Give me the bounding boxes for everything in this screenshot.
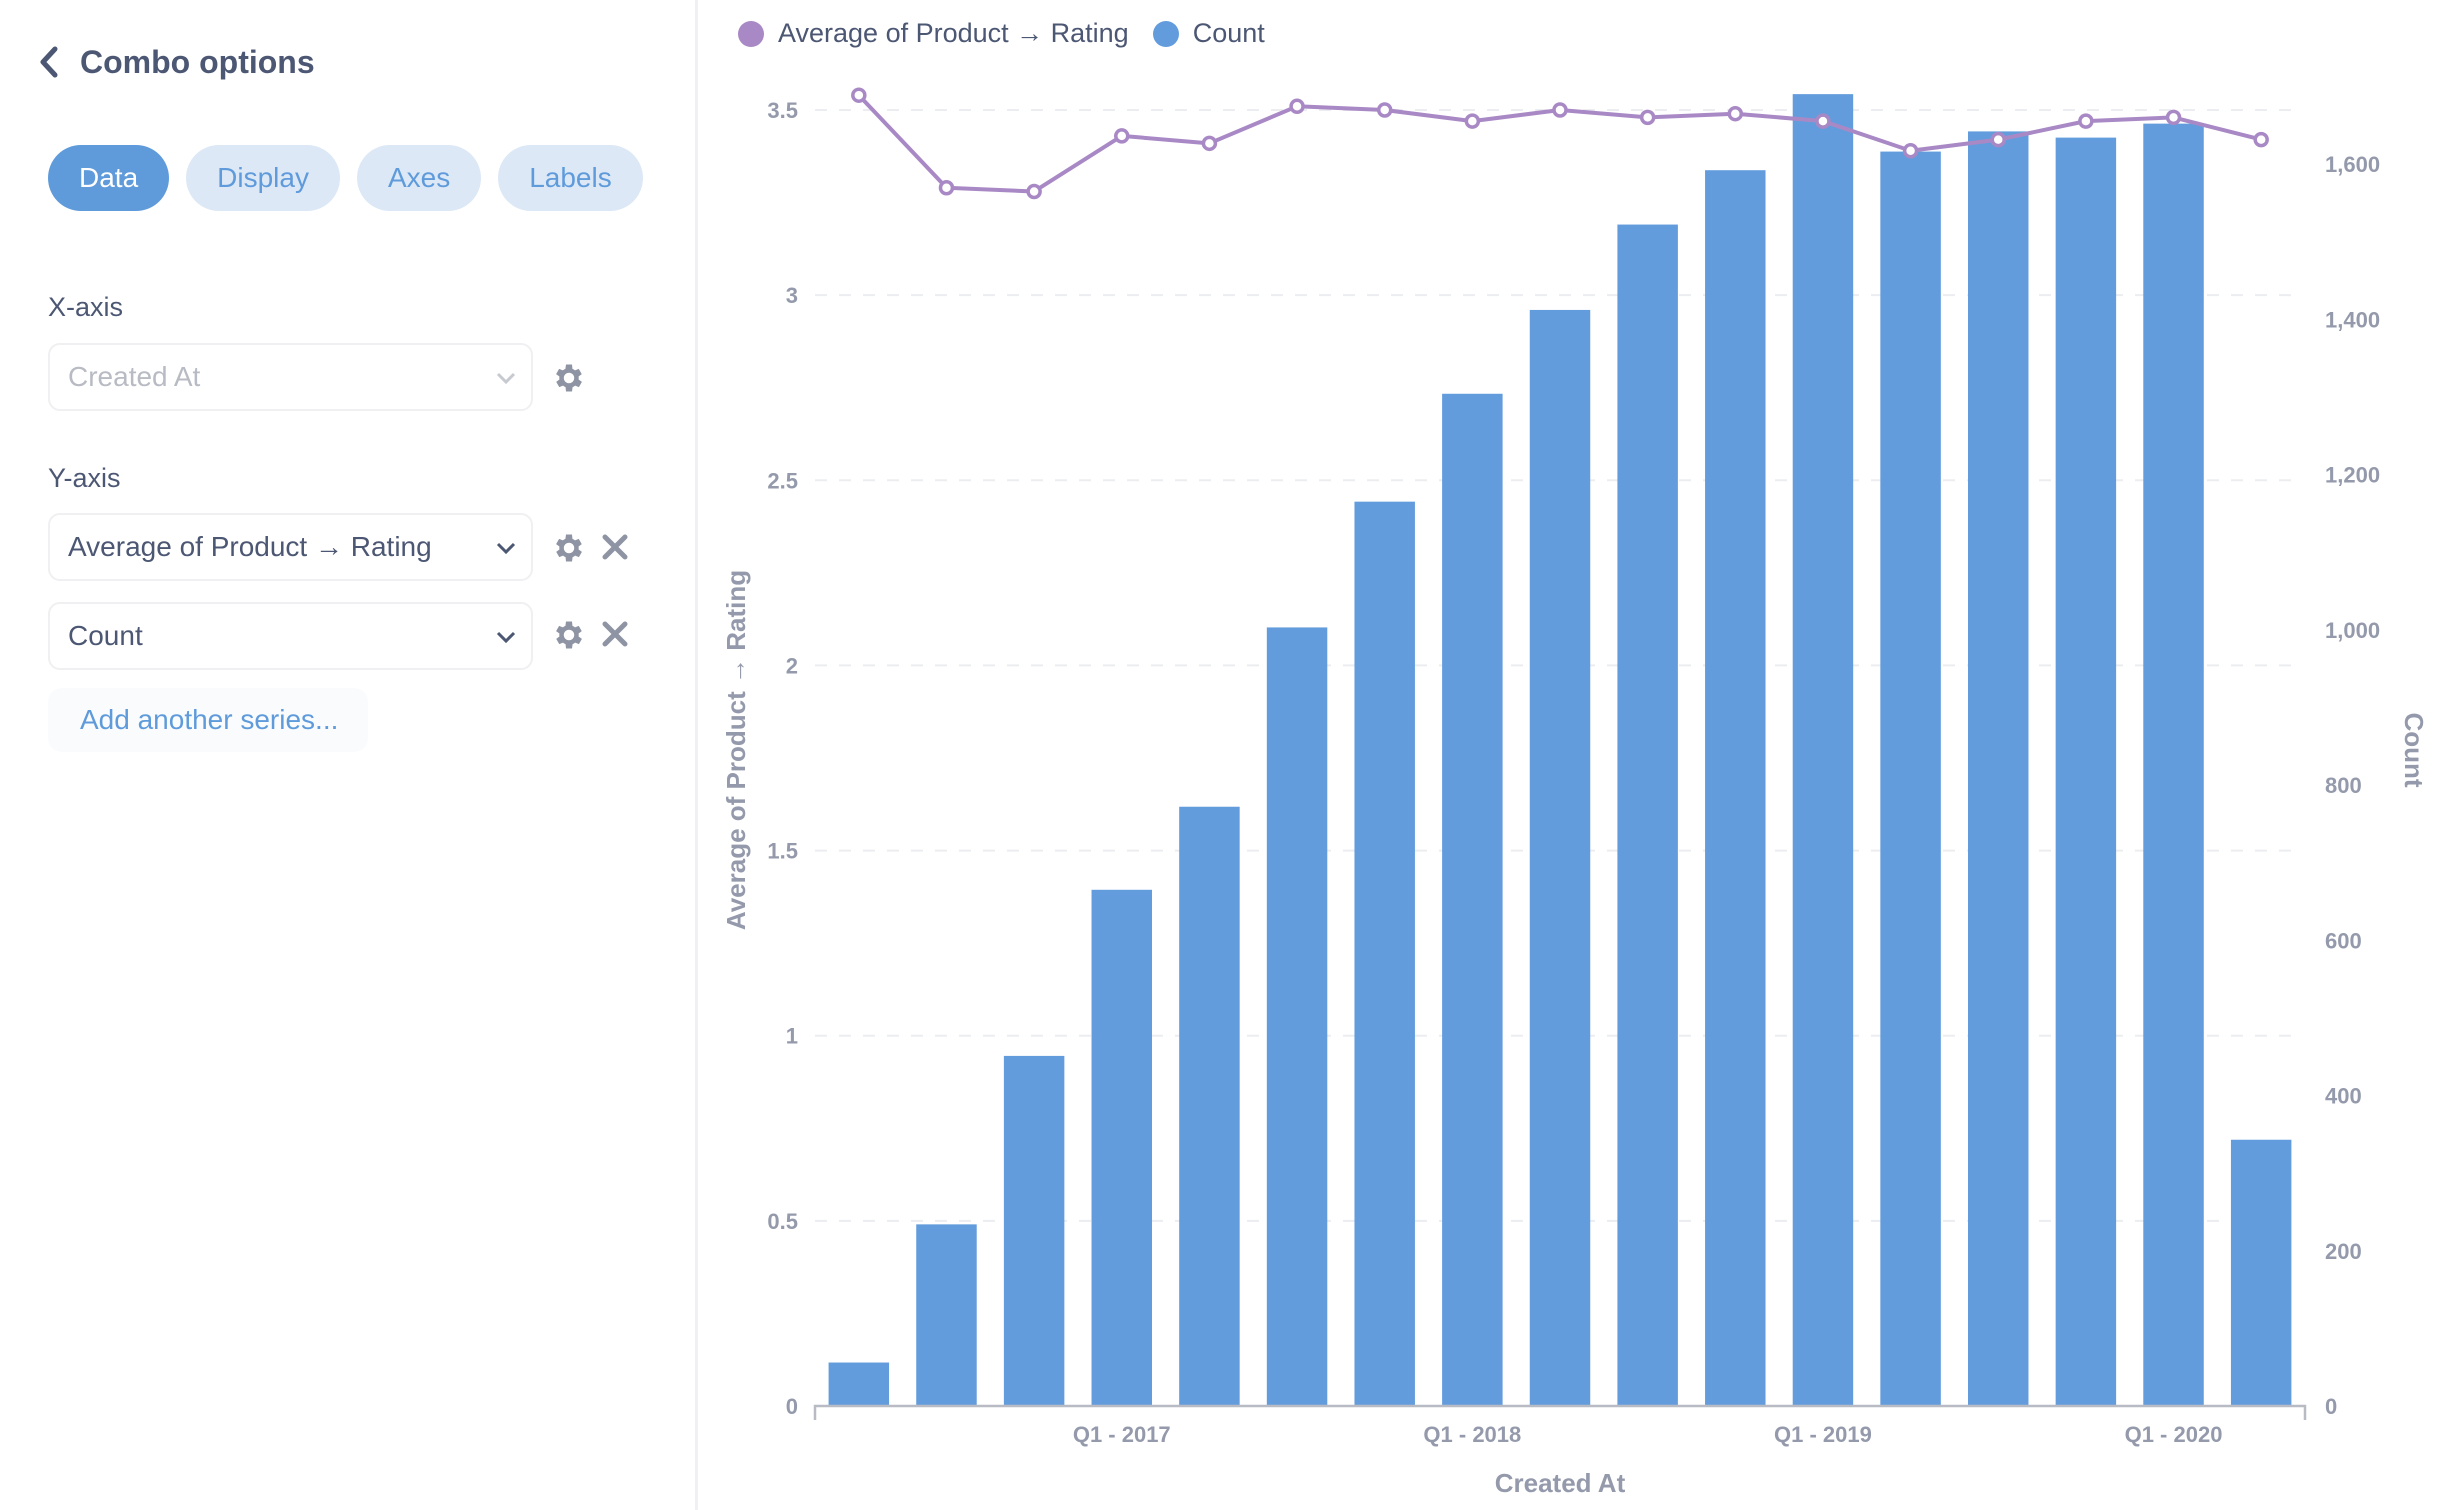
line-point-rating	[2253, 131, 2269, 148]
line-point-rating	[1464, 113, 1481, 129]
left-axis-tick-label: 3.5	[767, 98, 798, 123]
x-axis-tick-label: Q1 - 2018	[1423, 1422, 1521, 1447]
bar-count	[2055, 137, 2117, 1406]
right-axis-tick-label: 1,200	[2325, 463, 2380, 488]
right-axis-tick-label: 0	[2325, 1394, 2337, 1419]
right-y-axis-title: Count	[2399, 712, 2429, 787]
bar-count	[1266, 627, 1328, 1406]
line-point-rating	[1026, 183, 1042, 200]
combo-chart: 0 0.5 1 1.5 2 2.5 3 3.5 0 200 400 600 800 1,000 1,200 1…	[721, 87, 2429, 1498]
line-point-rating	[1639, 109, 1656, 126]
bar-count	[1617, 224, 1678, 1407]
left-axis-tick-label: 0.5	[767, 1209, 798, 1234]
line-point-rating	[1376, 102, 1393, 118]
bar-count	[2143, 123, 2204, 1406]
bar-count	[1880, 151, 1941, 1407]
x-axis-tick-label: Q1 - 2017	[1073, 1422, 1171, 1447]
line-point-rating	[1114, 128, 1130, 144]
bar-count	[1529, 309, 1591, 1406]
right-axis-tick-label: 200	[2325, 1239, 2362, 1264]
line-point-rating	[1815, 113, 1831, 129]
x-axis-title: Created At	[1495, 1468, 1626, 1498]
left-axis-tick-label: 1.5	[767, 839, 798, 864]
line-point-rating	[2165, 109, 2182, 126]
line-point-rating	[851, 87, 867, 103]
left-axis-tick-label: 2	[786, 653, 798, 678]
right-axis-tick-label: 400	[2325, 1084, 2362, 1109]
line-point-rating	[1552, 102, 1568, 118]
bar-count	[916, 1224, 977, 1406]
line-point-rating	[938, 180, 955, 196]
line-point-rating	[2078, 113, 2094, 129]
bar-count	[1179, 806, 1240, 1406]
right-axis-tick-label: 600	[2325, 928, 2362, 953]
bar-count	[2230, 1139, 2292, 1406]
right-axis-tick-label: 800	[2325, 773, 2362, 798]
bar-count	[1967, 131, 2029, 1407]
left-axis-tick-label: 2.5	[767, 468, 798, 493]
right-axis-tick-label: 1,000	[2325, 618, 2380, 643]
right-axis-tick-label: 1,600	[2325, 152, 2380, 177]
line-point-rating	[1727, 105, 1744, 122]
line-point-rating	[1990, 131, 2006, 148]
line-point-rating	[1201, 135, 1218, 152]
right-axis-tick-label: 1,400	[2325, 307, 2380, 332]
left-axis-tick-label: 0	[786, 1394, 798, 1419]
line-point-rating	[1902, 142, 1919, 159]
bar-count	[1354, 501, 1415, 1406]
left-axis-tick-label: 3	[786, 283, 798, 308]
bar-count	[828, 1362, 890, 1406]
x-axis-tick-label: Q1 - 2019	[1774, 1422, 1872, 1447]
left-y-axis-title: Average of Product → Rating	[721, 570, 751, 930]
bar-count	[1705, 170, 1766, 1407]
left-axis-tick-label: 1	[786, 1024, 798, 1049]
bar-count	[1003, 1055, 1065, 1406]
bar-count	[1091, 889, 1153, 1406]
bar-count	[1442, 393, 1503, 1406]
x-axis-tick-label: Q1 - 2020	[2125, 1422, 2223, 1447]
line-point-rating	[1289, 98, 1305, 115]
x-axis-line	[813, 1404, 2307, 1420]
bar-count	[1792, 94, 1854, 1407]
